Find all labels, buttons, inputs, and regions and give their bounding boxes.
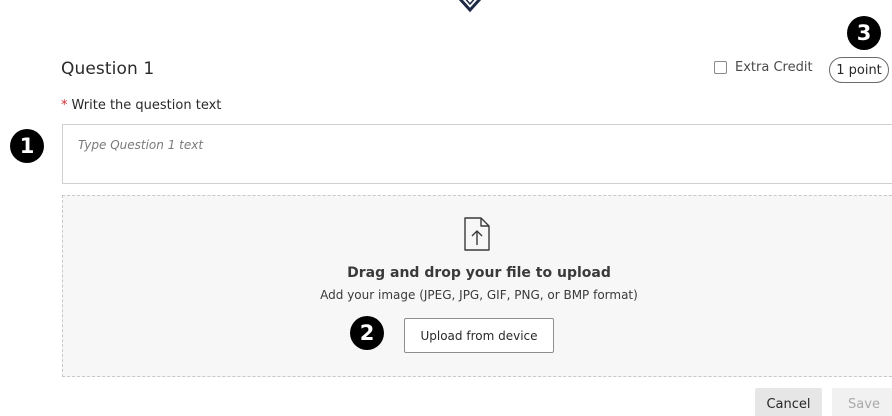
callout-badge-2: 2: [350, 316, 384, 350]
question-text-label-text: Write the question text: [71, 98, 222, 113]
points-button[interactable]: 1 point: [829, 57, 889, 83]
cancel-button[interactable]: Cancel: [755, 388, 822, 416]
extra-credit-checkbox[interactable]: [714, 61, 727, 74]
question-editor: Question 1 Extra Credit 1 point * Write t…: [0, 0, 892, 416]
question-text-input[interactable]: Type Question 1 text: [62, 124, 892, 184]
upload-format-hint: Add your image (JPEG, JPG, GIF, PNG, or …: [320, 288, 638, 302]
extra-credit-toggle[interactable]: Extra Credit: [714, 60, 813, 75]
file-drop-zone[interactable]: Drag and drop your file to upload Add yo…: [62, 195, 892, 377]
required-marker: *: [61, 98, 68, 113]
question-text-label: * Write the question text: [61, 98, 221, 113]
upload-heading: Drag and drop your file to upload: [347, 265, 611, 281]
file-upload-icon: [464, 217, 490, 251]
save-button[interactable]: Save: [832, 388, 892, 416]
upload-from-device-button[interactable]: Upload from device: [404, 318, 554, 353]
header-chevron-decoration: [458, 0, 482, 13]
extra-credit-label: Extra Credit: [735, 60, 813, 75]
question-title: Question 1: [61, 59, 155, 79]
callout-badge-3: 3: [847, 16, 881, 50]
callout-badge-1: 1: [10, 129, 44, 163]
question-text-placeholder: Type Question 1 text: [78, 138, 204, 152]
